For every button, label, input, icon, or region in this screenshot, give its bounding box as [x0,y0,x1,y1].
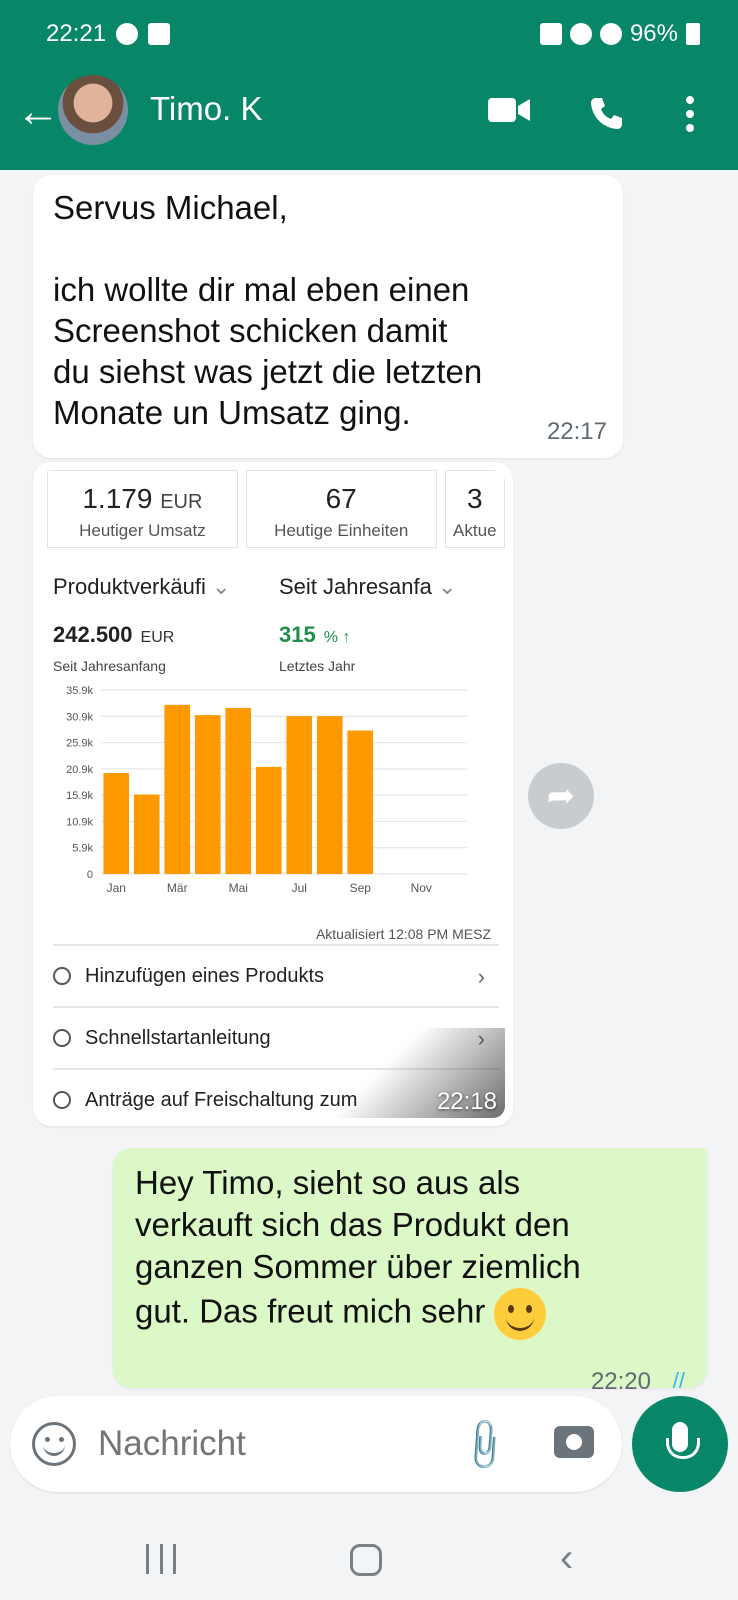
x-tick-label: Sep [350,881,372,895]
wifi-icon [599,23,622,45]
growth-value: 315 [279,622,316,647]
y-tick-label: 20.9k [66,764,93,776]
chat-header: 22:21 96% ← Timo. K [0,0,738,170]
bar-apr [194,715,221,874]
recent-apps-icon[interactable] [146,1544,176,1574]
alarm-icon [569,23,592,45]
message-text: Servus Michael, ich wollte dir mal eben … [53,189,483,431]
x-tick-label: Jul [292,881,307,895]
outgoing-message[interactable]: Hey Timo, sieht so aus als verkauft sich… [113,1148,707,1395]
y-tick-label: 25.9k [66,738,93,750]
smiley-emoji-icon [494,1288,547,1340]
growth-label: Letztes Jahr [279,658,356,674]
updated-timestamp: Aktualisiert 12:08 PM MESZ [315,926,491,942]
growth-total: 315 % ↑ [279,622,350,648]
stat-card-current: 3 Aktue [444,470,505,548]
emoji-icon[interactable] [32,1422,76,1466]
chevron-right-icon: › [477,964,485,989]
bar-jan [103,773,130,874]
bar-mär [164,704,191,874]
period-selector-label: Seit Jahresanfa [279,574,432,599]
y-tick-label: 15.9k [66,790,93,802]
status-bar-left: 22:21 [46,20,171,48]
incoming-message[interactable]: Servus Michael, ich wollte dir mal eben … [33,175,623,458]
current-value: 3 [467,483,483,514]
read-receipt-icon: // [672,1368,685,1393]
system-navigation-bar: ‹ [0,1510,738,1600]
current-label: Aktue [453,521,497,540]
microphone-icon[interactable] [632,1396,728,1492]
more-options-icon[interactable] [686,96,694,132]
growth-unit: % ↑ [323,629,351,646]
message-time: 22:17 [546,418,607,445]
bar-feb [133,794,160,874]
battery-percent: 96% [629,20,678,47]
home-icon[interactable] [350,1544,382,1576]
status-time: 22:21 [46,20,107,47]
sales-label: Seit Jahresanfang [53,658,166,674]
stat-cards: 1.179 EUR Heutiger Umsatz 67 Heutige Ein… [41,470,505,550]
stat-card-units: 67 Heutige Einheiten [245,470,437,548]
list-item-label: Hinzufügen eines Produkts [85,964,325,987]
nav-back-icon[interactable]: ‹ [560,1536,573,1581]
tag-icon [53,967,71,985]
revenue-value: 1.179 [82,483,153,514]
image-message[interactable]: 1.179 EUR Heutiger Umsatz 67 Heutige Ein… [33,462,513,1126]
camera-icon[interactable] [554,1426,594,1458]
x-tick-label: Nov [411,881,432,895]
revenue-unit: EUR [160,491,203,513]
back-arrow-icon[interactable]: ← [16,90,60,134]
y-tick-label: 5.9k [72,843,93,855]
units-value: 67 [325,483,357,514]
status-bar-right: 96% [539,20,700,48]
y-tick-label: 0 [87,869,93,881]
metric-selector-label: Produktverkäufi [53,574,206,599]
eye-icon [53,1091,71,1109]
phone-call-icon[interactable] [590,96,624,130]
bar-mai [225,707,252,874]
message-time: 22:20 [590,1368,651,1395]
graduation-cap-icon [53,1029,71,1047]
checkbox-icon [148,23,171,45]
message-input[interactable] [98,1422,418,1466]
bar-sep [347,730,374,874]
top-app-bar: ← Timo. K [0,70,738,160]
contact-name[interactable]: Timo. K [150,90,262,128]
bar-jul [286,716,313,874]
x-tick-label: Jan [107,881,126,895]
forward-icon[interactable]: ➦ [528,763,594,829]
list-item-label: Schnellstartanleitung [85,1026,271,1049]
chevron-down-icon: ⌄ [211,574,231,599]
y-tick-label: 10.9k [66,816,93,828]
sales-screenshot[interactable]: 1.179 EUR Heutiger Umsatz 67 Heutige Ein… [41,470,505,1118]
paperclip-icon[interactable]: 📎 [454,1414,515,1475]
message-text: Hey Timo, sieht so aus als verkauft sich… [135,1162,581,1340]
message-composer: 📎 [10,1396,622,1492]
units-label: Heutige Einheiten [274,521,409,540]
bar-aug [316,716,343,874]
sales-total: 242.500 EUR [53,622,174,648]
chevron-down-icon: ⌄ [438,574,457,599]
metric-selector: Produktverkäufi ⌄ [53,574,230,600]
bar-jun [255,766,282,874]
contact-avatar[interactable] [58,75,128,145]
video-call-icon[interactable] [488,96,530,124]
stat-card-revenue: 1.179 EUR Heutiger Umsatz [47,470,238,548]
list-item-add-product[interactable]: Hinzufügen eines Produkts › [53,944,499,1006]
monthly-sales-chart: 0 5.9k 10.9k 15.9k 20.9k 25.9k 30.9k 35.9k Jan Mä… [66,685,467,895]
recycle-icon [539,23,562,45]
revenue-label: Heutiger Umsatz [79,521,206,540]
x-tick-label: Mär [167,881,188,895]
x-tick-label: Mai [229,881,248,895]
sales-value: 242.500 [53,622,133,647]
y-tick-label: 30.9k [66,711,93,723]
battery-icon [686,23,700,45]
y-tick-label: 35.9k [66,685,93,697]
sales-unit: EUR [140,629,175,646]
facebook-icon [116,23,139,45]
period-selector: Seit Jahresanfa ⌄ [279,574,456,600]
image-time: 22:18 [436,1088,497,1115]
